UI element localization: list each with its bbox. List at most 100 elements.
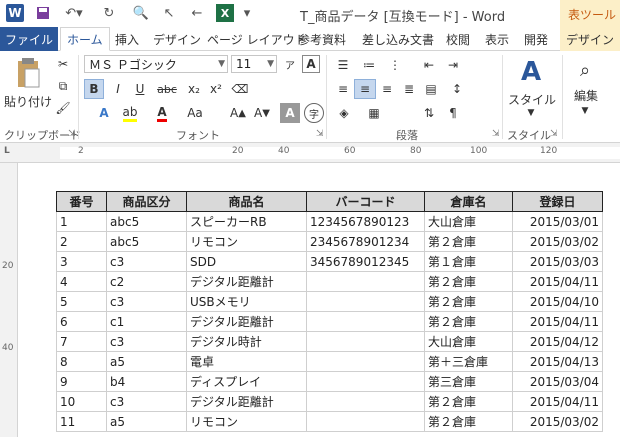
multilevel-list-icon[interactable]: ⋮ (384, 55, 406, 75)
cell-registered-date[interactable]: 2015/04/12 (512, 331, 603, 352)
grow-font-icon[interactable]: A ▲ (228, 103, 248, 123)
cell-category[interactable]: c1 (106, 311, 187, 332)
cell-barcode[interactable] (306, 311, 425, 332)
line-spacing-icon[interactable]: ↕ (446, 79, 468, 99)
tab-developer[interactable]: 開発 (524, 27, 548, 51)
chevron-down-icon[interactable]: ▼ (578, 105, 592, 117)
superscript-button[interactable]: x² (206, 79, 226, 99)
distributed-icon[interactable]: ▤ (420, 79, 442, 99)
cell-category[interactable]: c3 (106, 251, 187, 272)
save-icon[interactable] (34, 4, 52, 22)
tab-insert[interactable]: 挿入 (115, 27, 139, 51)
cell-product-name[interactable]: リモコン (186, 231, 307, 252)
bold-button[interactable]: B (84, 79, 104, 99)
cell-registered-date[interactable]: 2015/03/03 (512, 251, 603, 272)
cell-number[interactable]: 5 (56, 291, 107, 312)
phonetic-guide-icon[interactable]: ア (281, 55, 299, 73)
copy-icon[interactable]: ⧉ (54, 77, 72, 95)
font-color-icon[interactable]: A (150, 103, 174, 123)
cell-barcode[interactable]: 3456789012345 (306, 251, 425, 272)
cell-category[interactable]: abc5 (106, 211, 187, 232)
cell-product-name[interactable]: スピーカーRB (186, 211, 307, 232)
chevron-down-icon[interactable]: ▼ (524, 107, 538, 119)
tab-file[interactable]: ファイル (0, 27, 58, 51)
vertical-ruler[interactable]: 20 40 (0, 163, 18, 437)
cell-category[interactable]: a5 (106, 411, 187, 432)
enclose-character-icon[interactable]: 字 (304, 103, 324, 123)
text-effects-icon[interactable]: A (92, 103, 116, 123)
cell-category[interactable]: c3 (106, 391, 187, 412)
cell-barcode[interactable] (306, 291, 425, 312)
cell-product-name[interactable]: デジタル時計 (186, 331, 307, 352)
cell-number[interactable]: 10 (56, 391, 107, 412)
tab-mailings[interactable]: 差し込み文書 (362, 27, 434, 51)
cell-barcode[interactable] (306, 351, 425, 372)
cell-category[interactable]: c3 (106, 291, 187, 312)
paste-button[interactable]: 貼り付け (4, 93, 52, 109)
cell-warehouse[interactable]: 第２倉庫 (424, 311, 513, 332)
cell-product-name[interactable]: デジタル距離計 (186, 311, 307, 332)
subscript-button[interactable]: x₂ (184, 79, 204, 99)
redo-icon[interactable]: ↻ (100, 4, 118, 22)
cell-registered-date[interactable]: 2015/03/04 (512, 371, 603, 392)
cell-product-name[interactable]: ディスプレイ (186, 371, 307, 392)
binoculars-icon[interactable]: ⌕ (570, 57, 600, 83)
undo-icon[interactable]: ↶▾ (62, 4, 86, 22)
cell-registered-date[interactable]: 2015/04/13 (512, 351, 603, 372)
cell-registered-date[interactable]: 2015/04/10 (512, 291, 603, 312)
excel-icon[interactable]: X (216, 4, 234, 22)
cell-product-name[interactable]: SDD (186, 251, 307, 272)
cell-registered-date[interactable]: 2015/04/11 (512, 391, 603, 412)
header-registered-date[interactable]: 登録日 (512, 191, 603, 212)
cell-number[interactable]: 1 (56, 211, 107, 232)
font-size-combo[interactable]: 11 ▼ (231, 55, 277, 73)
character-shading-icon[interactable]: A (280, 103, 300, 123)
paste-icon[interactable] (8, 55, 48, 91)
editing-button[interactable]: 編集 (566, 87, 606, 103)
select-pointer-icon[interactable]: ↖ (160, 4, 178, 22)
italic-button[interactable]: I (108, 79, 128, 99)
cell-number[interactable]: 9 (56, 371, 107, 392)
tab-home[interactable]: ホーム (60, 27, 110, 51)
align-left-icon[interactable]: ≡ (332, 79, 354, 99)
header-number[interactable]: 番号 (56, 191, 107, 212)
borders-icon[interactable]: ▦ (362, 103, 386, 123)
cell-warehouse[interactable]: 第三倉庫 (424, 371, 513, 392)
cell-warehouse[interactable]: 第１倉庫 (424, 251, 513, 272)
cell-registered-date[interactable]: 2015/04/11 (512, 271, 603, 292)
tab-review[interactable]: 校閲 (446, 27, 470, 51)
cell-category[interactable]: c3 (106, 331, 187, 352)
cell-number[interactable]: 8 (56, 351, 107, 372)
increase-indent-icon[interactable]: ⇥ (442, 55, 464, 75)
header-product-name[interactable]: 商品名 (186, 191, 307, 212)
cell-warehouse[interactable]: 第２倉庫 (424, 271, 513, 292)
cell-category[interactable]: b4 (106, 371, 187, 392)
underline-button[interactable]: U (130, 79, 150, 99)
back-arrow-icon[interactable]: ← (188, 4, 206, 22)
align-right-icon[interactable]: ≡ (376, 79, 398, 99)
cell-registered-date[interactable]: 2015/04/11 (512, 311, 603, 332)
cell-product-name[interactable]: リモコン (186, 411, 307, 432)
highlight-color-icon[interactable]: ab (118, 103, 142, 123)
cell-warehouse[interactable]: 第２倉庫 (424, 411, 513, 432)
font-launcher-icon[interactable]: ⇲ (316, 129, 324, 139)
header-warehouse[interactable]: 倉庫名 (424, 191, 513, 212)
cell-number[interactable]: 3 (56, 251, 107, 272)
format-painter-icon[interactable]: 🖌 (54, 99, 72, 117)
styles-icon[interactable]: A (516, 57, 546, 87)
justify-icon[interactable]: ≣ (398, 79, 420, 99)
cell-number[interactable]: 2 (56, 231, 107, 252)
tab-table-design[interactable]: デザイン (560, 27, 620, 51)
cell-number[interactable]: 6 (56, 311, 107, 332)
cell-product-name[interactable]: デジタル距離計 (186, 391, 307, 412)
clipboard-launcher-icon[interactable]: ⇲ (68, 129, 76, 139)
cell-product-name[interactable]: USBメモリ (186, 291, 307, 312)
header-barcode[interactable]: バーコード (306, 191, 425, 212)
styles-launcher-icon[interactable]: ⇲ (550, 129, 558, 139)
header-category[interactable]: 商品区分 (106, 191, 187, 212)
cell-category[interactable]: a5 (106, 351, 187, 372)
clear-formatting-icon[interactable]: ⌫ (230, 79, 250, 99)
cell-number[interactable]: 4 (56, 271, 107, 292)
cell-category[interactable]: c2 (106, 271, 187, 292)
cell-barcode[interactable] (306, 411, 425, 432)
